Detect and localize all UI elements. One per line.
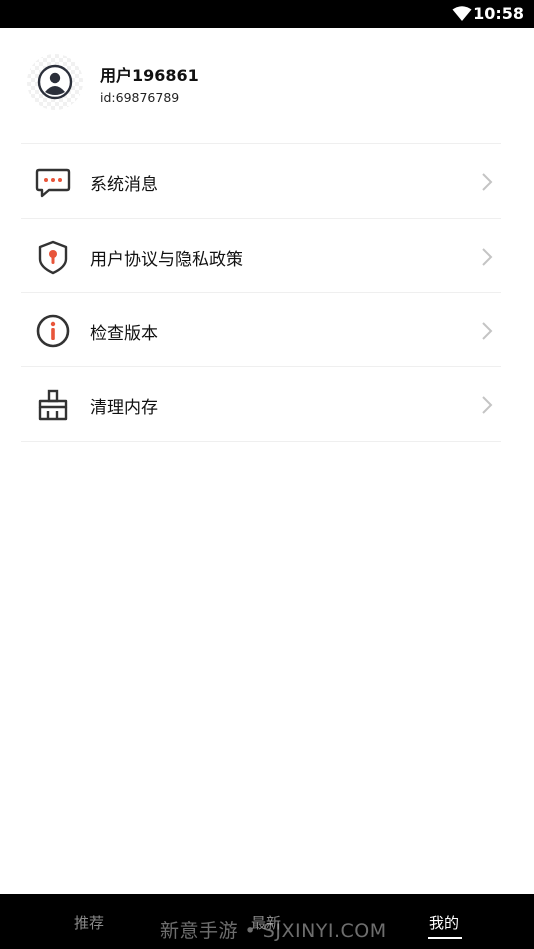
wifi-icon — [452, 6, 472, 21]
user-id: id:69876789 — [100, 90, 180, 105]
menu-item-system-messages[interactable]: 系统消息 — [21, 144, 501, 218]
menu-item-label: 用户协议与隐私政策 — [90, 250, 243, 270]
user-avatar-icon — [37, 64, 73, 100]
username: 用户196861 — [100, 66, 199, 85]
menu-item-label: 检查版本 — [90, 324, 158, 344]
menu-item-clear-memory[interactable]: 清理内存 — [21, 367, 501, 441]
tab-recommend[interactable]: 推荐 — [74, 912, 104, 933]
menu-item-user-agreement-privacy[interactable]: 用户协议与隐私政策 — [21, 219, 501, 293]
avatar[interactable] — [27, 54, 83, 110]
menu-item-label: 清理内存 — [90, 398, 158, 418]
shield-icon — [38, 240, 68, 275]
chevron-right-icon — [482, 322, 493, 340]
tab-latest[interactable]: 最新 — [251, 912, 281, 933]
chevron-right-icon — [482, 173, 493, 191]
tab-mine[interactable]: 我的 — [429, 912, 459, 933]
chevron-right-icon — [482, 396, 493, 414]
divider — [21, 441, 501, 442]
active-tab-indicator — [428, 937, 462, 939]
chevron-right-icon — [482, 248, 493, 266]
broom-icon — [38, 389, 68, 421]
menu-item-label: 系统消息 — [90, 175, 158, 195]
message-icon — [35, 168, 71, 198]
status-bar: 10:58 — [0, 0, 534, 28]
menu-item-check-version[interactable]: 检查版本 — [21, 293, 501, 367]
info-icon — [36, 314, 70, 348]
profile-header[interactable]: 用户196861 id:69876789 — [0, 28, 534, 143]
status-time: 10:58 — [473, 4, 524, 23]
bottom-nav: 推荐 最新 我的 — [0, 894, 534, 949]
